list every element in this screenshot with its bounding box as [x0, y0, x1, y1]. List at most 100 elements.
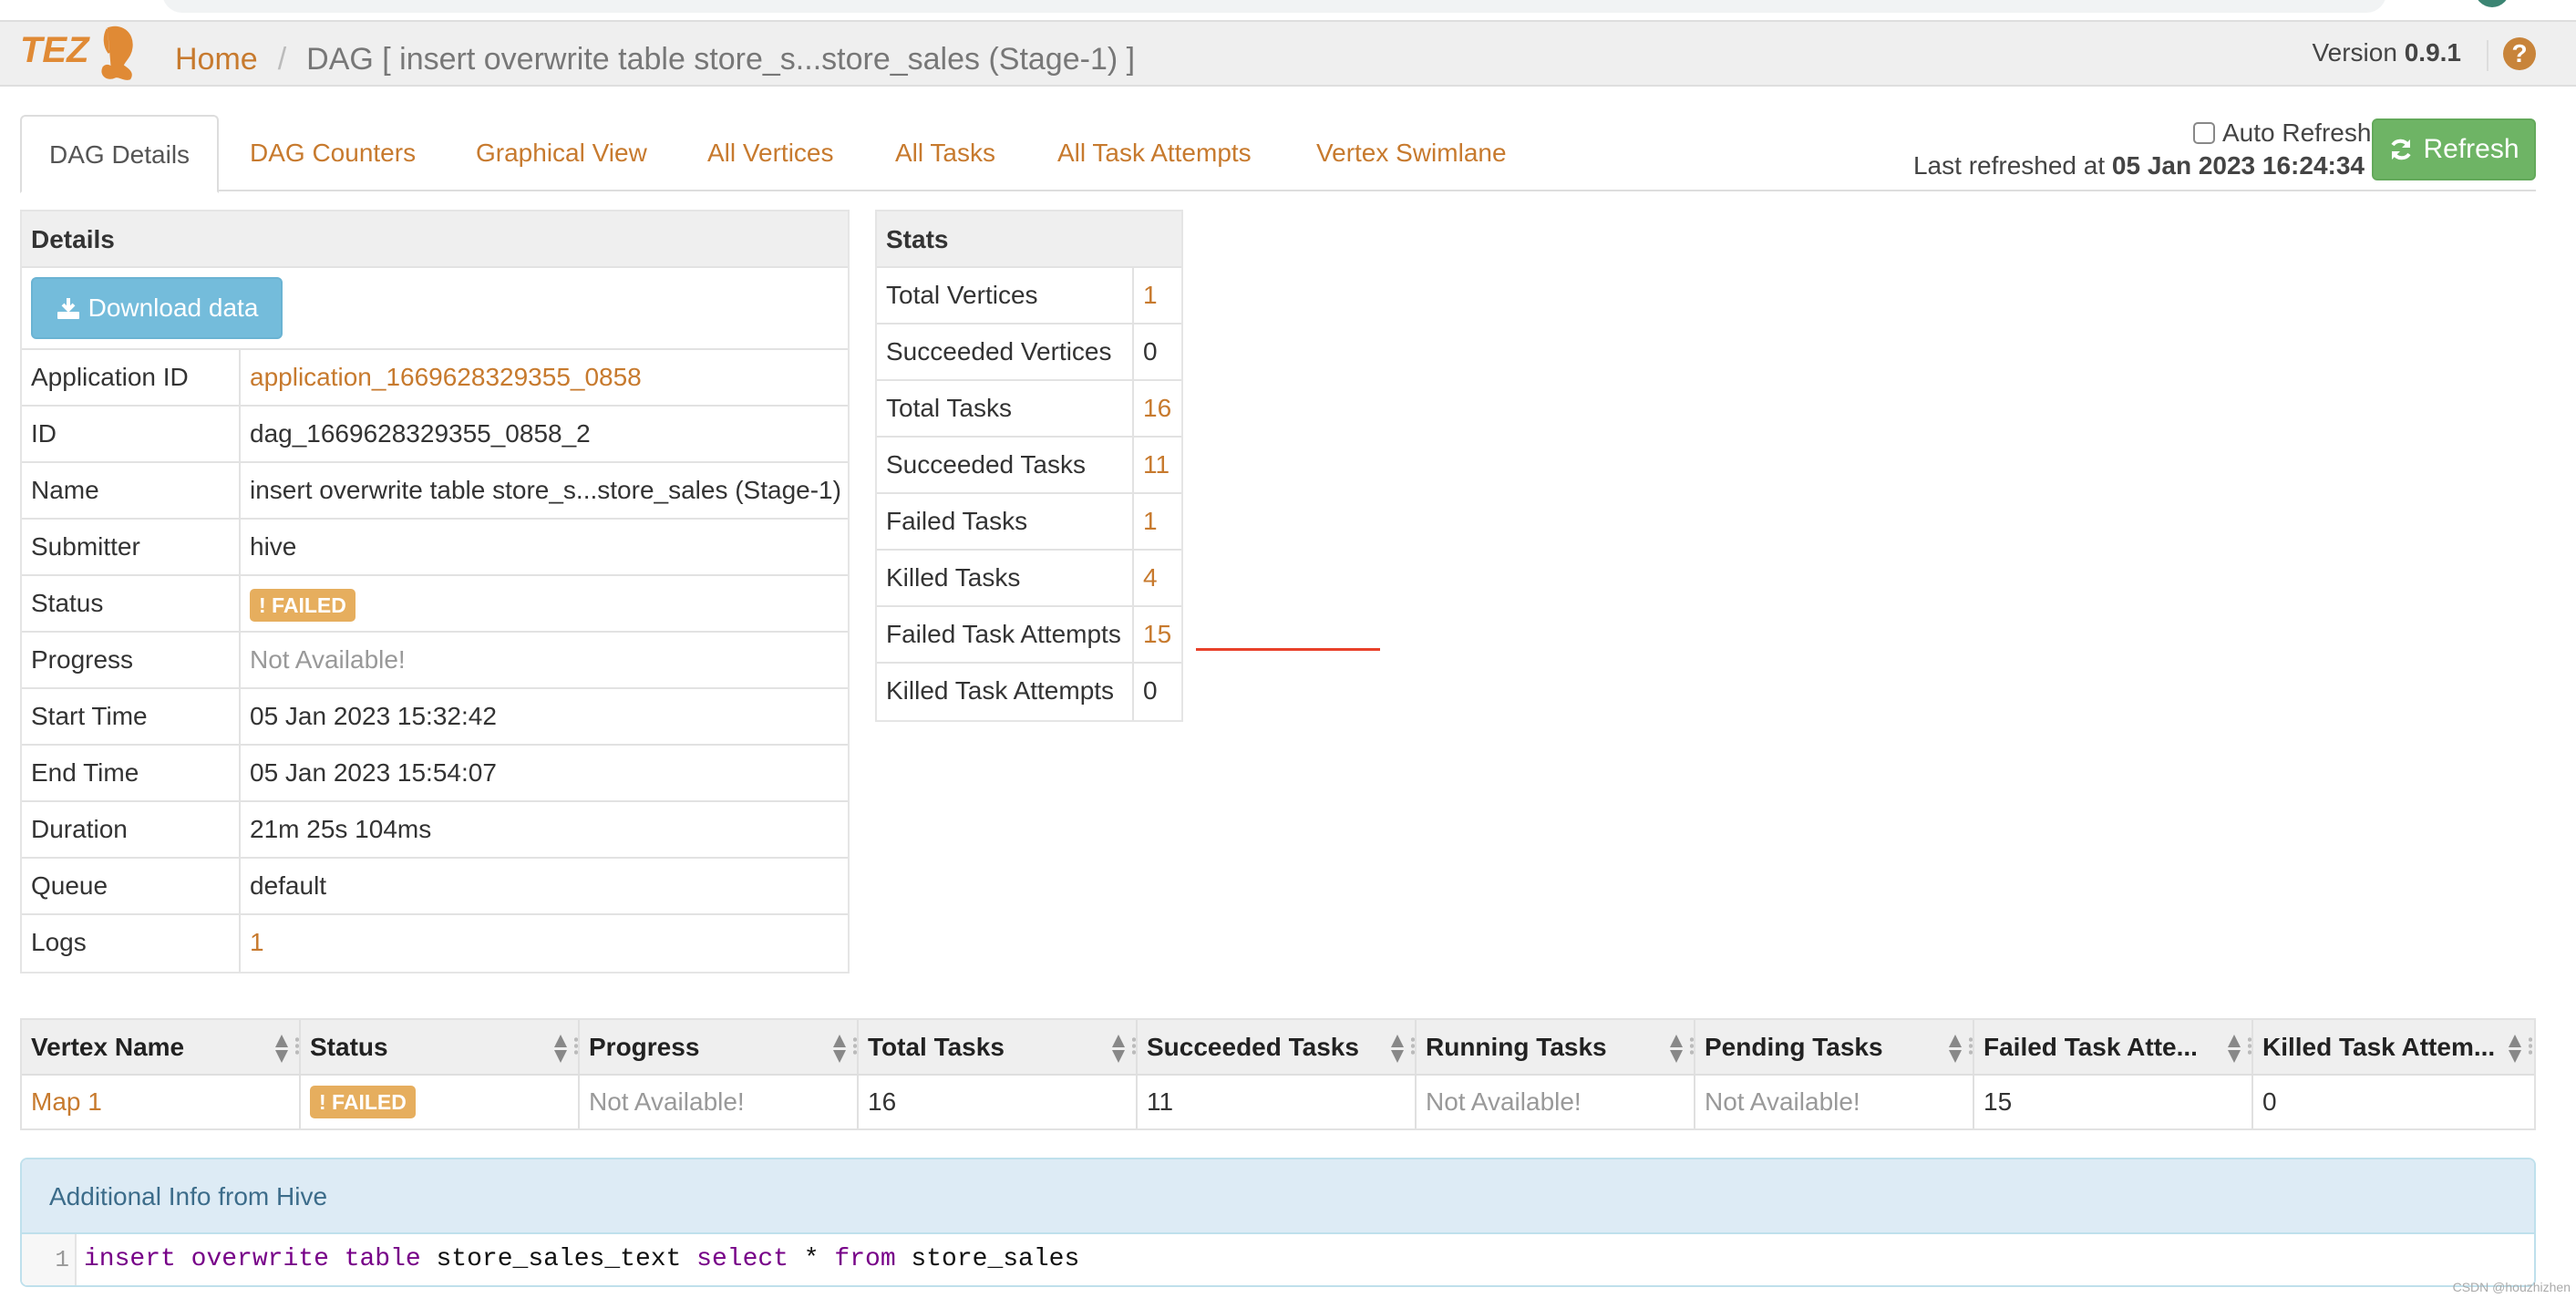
column-header-failed-task-atte[interactable]: Failed Task Atte...	[1974, 1020, 2253, 1074]
vertex-name-link[interactable]: Map 1	[31, 1087, 102, 1117]
browser-profile-avatar[interactable]	[2475, 0, 2509, 7]
column-header-killed-task-attem[interactable]: Killed Task Attem...	[2253, 1020, 2532, 1074]
column-resize-handle[interactable]	[2529, 1036, 2532, 1056]
column-header-label: Vertex Name	[31, 1032, 185, 1061]
application-id-link[interactable]: application_1669628329355_0858	[250, 363, 642, 391]
column-resize-handle[interactable]	[295, 1036, 299, 1056]
tez-logo[interactable]: TEZ	[20, 24, 148, 82]
details-key: Duration	[22, 802, 241, 857]
stats-title: Stats	[877, 211, 1181, 268]
column-resize-handle[interactable]	[1969, 1036, 1973, 1056]
column-header-status[interactable]: Status	[301, 1020, 580, 1074]
progress-value: Not Available!	[250, 645, 406, 674]
code-text: store_sales_text	[420, 1245, 697, 1273]
refresh-icon	[2391, 139, 2412, 160]
column-resize-handle[interactable]	[1690, 1036, 1694, 1056]
column-resize-handle[interactable]	[853, 1036, 857, 1056]
table-cell: 15	[1974, 1076, 2253, 1128]
code-line[interactable]: insert overwrite table store_sales_text …	[77, 1234, 1079, 1285]
sort-icon[interactable]	[1391, 1035, 1404, 1064]
auto-refresh-toggle[interactable]: Auto Refresh	[2193, 118, 2371, 148]
tab-graphical-view[interactable]: Graphical View	[448, 115, 675, 191]
sort-icon[interactable]	[1112, 1035, 1125, 1064]
tab-vertex-swimlane[interactable]: Vertex Swimlane	[1289, 115, 1534, 191]
tab-all-vertices[interactable]: All Vertices	[680, 115, 861, 191]
svg-text:TEZ: TEZ	[20, 30, 90, 70]
failed-tasks-link[interactable]: 1	[1143, 507, 1158, 535]
column-header-progress[interactable]: Progress	[580, 1020, 859, 1074]
table-cell: Not Available!	[1695, 1076, 1974, 1128]
auto-refresh-label: Auto Refresh	[2222, 118, 2372, 147]
additional-info-panel: Additional Info from Hive 1 insert overw…	[20, 1158, 2536, 1287]
stats-key: Total Vertices	[877, 268, 1134, 323]
total-tasks-link[interactable]: 16	[1143, 394, 1171, 422]
killed-tasks-link[interactable]: 4	[1143, 563, 1158, 592]
breadcrumb-home-link[interactable]: Home	[175, 42, 258, 77]
sort-icon[interactable]	[554, 1035, 567, 1064]
submitter-value: hive	[250, 532, 297, 561]
tab-all-task-attempts[interactable]: All Task Attempts	[1030, 115, 1279, 191]
failed-task-attempts-link[interactable]: 15	[1143, 620, 1171, 648]
column-header-vertex-name[interactable]: Vertex Name	[22, 1020, 301, 1074]
column-resize-handle[interactable]	[2248, 1036, 2251, 1056]
browser-address-bar[interactable]	[162, 0, 2386, 13]
details-row-duration: Duration 21m 25s 104ms	[22, 802, 848, 859]
column-header-running-tasks[interactable]: Running Tasks	[1417, 1020, 1695, 1074]
column-header-total-tasks[interactable]: Total Tasks	[859, 1020, 1138, 1074]
stats-value-cell: 4	[1134, 551, 1181, 605]
tab-all-tasks[interactable]: All Tasks	[868, 115, 1023, 191]
download-data-button[interactable]: Download data	[31, 277, 283, 339]
details-value-cell: 05 Jan 2023 15:54:07	[241, 746, 848, 800]
details-key: Progress	[22, 633, 241, 687]
tab-dag-counters[interactable]: DAG Counters	[222, 115, 443, 191]
id-value: dag_1669628329355_0858_2	[250, 419, 591, 448]
download-icon	[57, 298, 79, 319]
killed-task-attem-value: 0	[2262, 1087, 2277, 1116]
details-row-id: ID dag_1669628329355_0858_2	[22, 407, 848, 463]
column-header-succeeded-tasks[interactable]: Succeeded Tasks	[1138, 1020, 1417, 1074]
stats-row-failed-tasks: Failed Tasks 1	[877, 494, 1181, 551]
stats-value-cell: 11	[1134, 438, 1181, 492]
sort-icon[interactable]	[275, 1035, 288, 1064]
total-vertices-link[interactable]: 1	[1143, 281, 1158, 309]
sort-icon[interactable]	[1949, 1035, 1962, 1064]
details-value-cell: 05 Jan 2023 15:32:42	[241, 689, 848, 744]
code-editor[interactable]: 1 insert overwrite table store_sales_tex…	[22, 1234, 2534, 1285]
column-resize-handle[interactable]	[1411, 1036, 1415, 1056]
details-key: Start Time	[22, 689, 241, 744]
table-cell: 11	[1138, 1076, 1417, 1128]
queue-value: default	[250, 871, 327, 900]
details-row-queue: Queue default	[22, 859, 848, 915]
download-data-label: Download data	[88, 294, 259, 322]
column-header-pending-tasks[interactable]: Pending Tasks	[1695, 1020, 1974, 1074]
column-header-label: Failed Task Atte...	[1984, 1032, 2198, 1061]
sort-icon[interactable]	[2228, 1035, 2241, 1064]
line-number: 1	[22, 1234, 77, 1285]
details-title: Details	[22, 211, 848, 268]
last-refreshed: Last refreshed at 05 Jan 2023 16:24:34	[1913, 151, 2365, 180]
failed-task-atte-value: 15	[1984, 1087, 2013, 1116]
column-resize-handle[interactable]	[1132, 1036, 1136, 1056]
details-value-cell: default	[241, 859, 848, 913]
details-key: Application ID	[22, 350, 241, 405]
tab-dag-details[interactable]: DAG Details	[20, 115, 220, 193]
column-resize-handle[interactable]	[574, 1036, 578, 1056]
status-badge: ! FAILED	[250, 588, 355, 622]
stats-key: Killed Tasks	[877, 551, 1134, 605]
logs-link[interactable]: 1	[250, 928, 264, 956]
details-row-name: Name insert overwrite table store_s...sto…	[22, 463, 848, 520]
sort-icon[interactable]	[1670, 1035, 1683, 1064]
details-key: Name	[22, 463, 241, 518]
sort-icon[interactable]	[833, 1035, 846, 1064]
details-key: End Time	[22, 746, 241, 800]
refresh-button[interactable]: Refresh	[2372, 118, 2536, 180]
auto-refresh-checkbox[interactable]	[2193, 122, 2215, 144]
question-circle-icon[interactable]: ?	[2503, 37, 2536, 70]
succeeded-tasks-link[interactable]: 11	[1143, 450, 1170, 479]
stats-panel: Stats Total Vertices 1 Succeeded Vertices 0…	[875, 210, 1183, 722]
details-key: ID	[22, 407, 241, 461]
details-row-submitter: Submitter hive	[22, 520, 848, 576]
sort-icon[interactable]	[2509, 1035, 2521, 1064]
watermark: CSDN @houzhizhen	[2452, 1280, 2571, 1294]
code-keyword: select	[696, 1245, 788, 1273]
